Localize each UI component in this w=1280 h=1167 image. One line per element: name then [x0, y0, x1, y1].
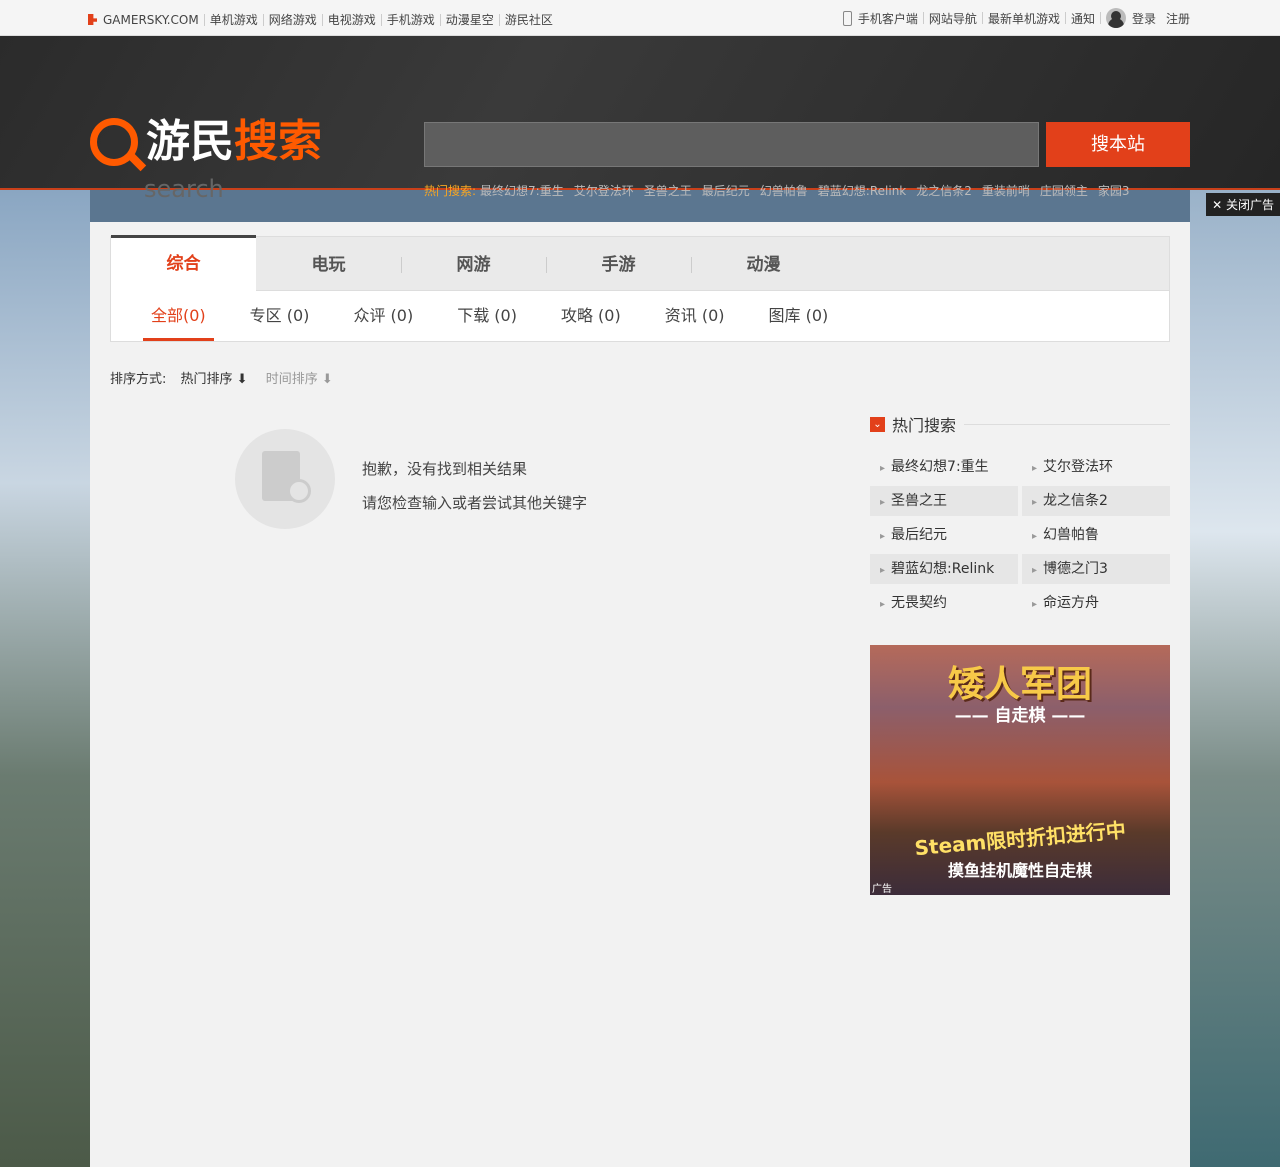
site-link[interactable]: GAMERSKY.COM — [103, 13, 199, 27]
ad-subtitle: —— 自走棋 —— — [954, 706, 1086, 726]
nav-link[interactable]: 网络游戏 — [269, 11, 317, 28]
close-icon: ✕ — [1212, 198, 1223, 212]
background-ad-right[interactable] — [1190, 190, 1280, 1167]
notice-link[interactable]: 通知 — [1071, 10, 1095, 27]
subtab-all[interactable]: 全部(0) — [143, 291, 214, 341]
tab-online[interactable]: 网游 — [401, 237, 546, 290]
phone-icon — [842, 10, 852, 26]
hot-link[interactable]: 最后纪元 — [702, 182, 750, 199]
sort-hot[interactable]: 热门排序 ⬇ — [181, 372, 248, 387]
nav-link[interactable]: 手机游戏 — [387, 11, 435, 28]
brand-text: 游民 — [146, 116, 234, 167]
nav-link[interactable]: 动漫星空 — [446, 11, 494, 28]
ad-tag: 广告 — [872, 884, 892, 895]
ad-line2: 摸鱼挂机魔性自走棋 — [947, 861, 1092, 880]
nav-link[interactable]: 电视游戏 — [328, 11, 376, 28]
no-results-message: 抱歉，没有找到相关结果 请您检查输入或者尝试其他关键字 — [362, 452, 587, 520]
register-link[interactable]: 注册 — [1166, 10, 1190, 27]
nav-link[interactable]: 单机游戏 — [210, 11, 258, 28]
gamersky-logo-icon — [88, 14, 97, 25]
hot-item[interactable]: 龙之信条2 — [1022, 486, 1170, 516]
subtab-guides[interactable]: 攻略 (0) — [561, 291, 621, 341]
hot-link[interactable]: 艾尔登法环 — [574, 182, 634, 199]
hot-link[interactable]: 最终幻想7:重生 — [480, 182, 564, 199]
tab-mobile[interactable]: 手游 — [546, 237, 691, 290]
background-ad-left[interactable] — [0, 190, 90, 1167]
brand-text-accent: 搜索 — [234, 116, 322, 167]
hot-link[interactable]: 重装前哨 — [982, 182, 1030, 199]
close-ad-label: 关闭广告 — [1225, 198, 1274, 212]
close-ad-button[interactable]: ✕ 关闭广告 — [1206, 193, 1280, 216]
search-logo-icon — [90, 118, 138, 166]
nav-link[interactable]: 游民社区 — [505, 11, 553, 28]
ad-banner[interactable]: 矮人军团 —— 自走棋 —— Steam限时折扣进行中 摸鱼挂机魔性自走棋 广告 — [870, 645, 1170, 895]
hot-item[interactable]: 圣兽之王 — [870, 486, 1018, 516]
hot-search-panel: ⌄ 热门搜索 最终幻想7:重生 艾尔登法环 圣兽之王 龙之信条2 最后纪元 幻兽帕… — [870, 412, 1170, 622]
hot-link[interactable]: 圣兽之王 — [644, 182, 692, 199]
tab-anime[interactable]: 动漫 — [691, 237, 836, 290]
subtab-zone[interactable]: 专区 (0) — [250, 291, 310, 341]
hot-item[interactable]: 命运方舟 — [1022, 588, 1170, 618]
hot-label: 热门搜索: — [424, 184, 477, 198]
header: 游民 搜索 search 搜本站 热门搜索: 最终幻想7:重生 艾尔登法环 圣兽… — [0, 36, 1280, 203]
top-bar: GAMERSKY.COM 单机游戏 网络游戏 电视游戏 手机游戏 动漫星空 游民… — [0, 0, 1280, 36]
hot-link[interactable]: 龙之信条2 — [916, 182, 972, 199]
hot-link[interactable]: 庄园领主 — [1040, 182, 1088, 199]
avatar-icon — [1105, 8, 1126, 28]
sort-label: 排序方式: — [110, 372, 167, 387]
subtab-downloads[interactable]: 下载 (0) — [457, 291, 517, 341]
no-results-icon — [235, 429, 335, 529]
new-games-link[interactable]: 最新单机游戏 — [988, 10, 1060, 27]
hot-searches: 热门搜索: 最终幻想7:重生 艾尔登法环 圣兽之王 最后纪元 幻兽帕鲁 碧蓝幻想… — [424, 182, 1130, 199]
hot-item[interactable]: 艾尔登法环 — [1022, 452, 1170, 482]
hot-item[interactable]: 最终幻想7:重生 — [870, 452, 1018, 482]
hot-link[interactable]: 家园3 — [1098, 182, 1130, 199]
search-input[interactable] — [424, 122, 1039, 167]
sort-bar: 排序方式: 热门排序 ⬇ 时间排序 ⬇ — [110, 368, 333, 387]
subtab-reviews[interactable]: 众评 (0) — [353, 291, 413, 341]
site-nav-link[interactable]: 网站导航 — [929, 10, 977, 27]
hot-item[interactable]: 幻兽帕鲁 — [1022, 520, 1170, 550]
hot-item[interactable]: 无畏契约 — [870, 588, 1018, 618]
brand-logo[interactable]: 游民 搜索 search — [90, 116, 322, 203]
brand-subtitle: search — [144, 175, 224, 203]
subtab-news[interactable]: 资讯 (0) — [665, 291, 725, 341]
category-tabs: 综合 电玩 网游 手游 动漫 全部(0) 专区 (0) 众评 (0) 下载 (0… — [110, 235, 1170, 342]
main-content: 综合 电玩 网游 手游 动漫 全部(0) 专区 (0) 众评 (0) 下载 (0… — [90, 222, 1190, 1167]
hot-item[interactable]: 博德之门3 — [1022, 554, 1170, 584]
no-results-line2: 请您检查输入或者尝试其他关键字 — [362, 494, 588, 512]
hot-item[interactable]: 最后纪元 — [870, 520, 1018, 550]
panel-title: 热门搜索 — [892, 416, 957, 435]
hot-link[interactable]: 幻兽帕鲁 — [760, 182, 808, 199]
ad-title: 矮人军团 — [947, 664, 1092, 705]
login-link[interactable]: 登录 — [1132, 10, 1156, 27]
no-results-line1: 抱歉，没有找到相关结果 — [362, 460, 528, 478]
hot-link[interactable]: 碧蓝幻想:Relink — [818, 182, 906, 199]
subtab-gallery[interactable]: 图库 (0) — [769, 291, 829, 341]
search-button[interactable]: 搜本站 — [1046, 122, 1190, 167]
mobile-client-link[interactable]: 手机客户端 — [858, 10, 918, 27]
tab-console[interactable]: 电玩 — [256, 237, 401, 290]
tab-all[interactable]: 综合 — [111, 235, 256, 292]
sort-time[interactable]: 时间排序 ⬇ — [266, 372, 333, 387]
chevron-down-icon: ⌄ — [870, 416, 885, 432]
hot-item[interactable]: 碧蓝幻想:Relink — [870, 554, 1018, 584]
